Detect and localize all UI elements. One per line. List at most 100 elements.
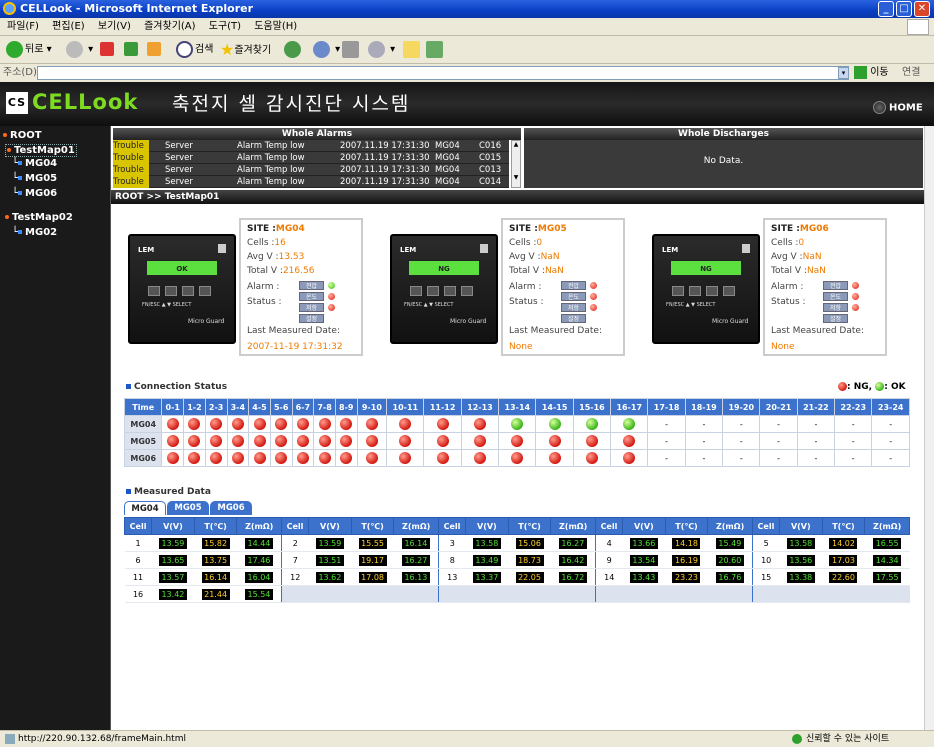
tab-mg05[interactable]: MG05 bbox=[167, 501, 209, 515]
site-filter-button[interactable]: 저항 bbox=[299, 303, 324, 312]
cells: Cells :16 bbox=[247, 238, 286, 248]
home-link[interactable]: HOME bbox=[873, 101, 923, 114]
scroll-up-icon[interactable]: ▲ bbox=[512, 141, 520, 148]
tree-node-mg06[interactable]: └ MG06 bbox=[12, 188, 57, 199]
device-key[interactable] bbox=[410, 286, 422, 296]
scroll-down-icon[interactable]: ▼ bbox=[512, 174, 520, 181]
device-key[interactable] bbox=[444, 286, 456, 296]
tree-node-mg04[interactable]: └ MG04 bbox=[12, 158, 57, 169]
menu-file[interactable]: 파일(F) bbox=[7, 21, 39, 32]
home-nav-button[interactable] bbox=[147, 40, 163, 60]
status-bar: http://220.90.132.68/frameMain.html 신뢰할 … bbox=[0, 730, 934, 747]
history-icon bbox=[284, 40, 301, 58]
tree-node-root[interactable]: ROOT bbox=[3, 130, 42, 141]
alarm-row[interactable]: Trouble Server Alarm Temp low 2007.11.19 17… bbox=[113, 176, 509, 188]
device-key[interactable] bbox=[182, 286, 194, 296]
temperature-value: 14.02 bbox=[829, 537, 858, 549]
site-filter-button[interactable]: 설정 bbox=[299, 314, 324, 323]
back-button[interactable]: 뒤로 ▾ bbox=[6, 40, 52, 60]
voltage-cell: 13.59 bbox=[151, 534, 195, 552]
device-key[interactable] bbox=[672, 286, 684, 296]
menu-edit[interactable]: 편집(E) bbox=[52, 21, 85, 32]
empty-cell bbox=[438, 585, 466, 603]
go-button[interactable]: 이동 bbox=[854, 64, 889, 82]
search-button[interactable]: 검색 bbox=[176, 40, 213, 60]
refresh-button[interactable] bbox=[124, 40, 140, 60]
site-filter-button[interactable]: 전압 bbox=[299, 281, 324, 290]
forward-button[interactable]: ▾ bbox=[66, 40, 93, 60]
alarm-row[interactable]: Trouble Server Alarm Temp low 2007.11.19 17… bbox=[113, 140, 509, 152]
tree-node-mg02[interactable]: └ MG02 bbox=[12, 227, 57, 238]
ng-led-icon bbox=[188, 452, 201, 464]
connection-cell bbox=[269, 432, 293, 450]
device-key[interactable] bbox=[165, 286, 177, 296]
site-name-label: SITE : bbox=[509, 224, 538, 234]
tree-node-mg05[interactable]: └ MG05 bbox=[12, 173, 57, 184]
tree-node-testmap02[interactable]: TestMap02 bbox=[5, 212, 73, 223]
alarm-src: Server bbox=[165, 153, 193, 163]
history-button[interactable] bbox=[284, 40, 303, 60]
temperature-value: 21.44 bbox=[201, 588, 230, 600]
site-filter-button[interactable]: 전압 bbox=[561, 281, 586, 290]
hour-header: 16-17 bbox=[610, 398, 649, 416]
tab-mg04[interactable]: MG04 bbox=[124, 501, 166, 515]
device-key[interactable] bbox=[148, 286, 160, 296]
address-input[interactable] bbox=[37, 66, 849, 80]
ng-led-icon bbox=[436, 452, 449, 464]
cells-value: 0 bbox=[798, 238, 805, 248]
links-label[interactable]: 연결 bbox=[902, 64, 920, 82]
edit-button[interactable]: ▾ bbox=[368, 40, 395, 60]
page-scrollbar[interactable] bbox=[924, 126, 934, 730]
folder-button[interactable] bbox=[403, 40, 422, 60]
impedance-cell: 16.27 bbox=[393, 551, 439, 569]
device-key[interactable] bbox=[427, 286, 439, 296]
device-key[interactable] bbox=[689, 286, 701, 296]
menu-view[interactable]: 보기(V) bbox=[98, 21, 131, 32]
site-filter-button[interactable]: 온도 bbox=[561, 292, 586, 301]
print-button[interactable] bbox=[342, 40, 361, 60]
site-filter-button[interactable]: 전압 bbox=[823, 281, 848, 290]
time-header: Time bbox=[123, 398, 163, 416]
close-button[interactable]: ✕ bbox=[914, 1, 930, 17]
voltage-value: 13.51 bbox=[315, 554, 344, 566]
temperature-value: 15.06 bbox=[515, 537, 544, 549]
maximize-button[interactable]: □ bbox=[896, 1, 912, 17]
messenger-button[interactable] bbox=[426, 40, 445, 60]
menu-tools[interactable]: 도구(T) bbox=[209, 21, 241, 32]
mail-button[interactable]: ▾ bbox=[313, 40, 340, 60]
last-measured-date: 2007-11-19 17:31:32 bbox=[247, 342, 343, 352]
voltage-value: 13.58 bbox=[472, 537, 501, 549]
alarm-row[interactable]: Trouble Server Alarm Temp low 2007.11.19 17… bbox=[113, 164, 509, 176]
site-filter-button[interactable]: 온도 bbox=[299, 292, 324, 301]
menu-favorites[interactable]: 즐겨찾기(A) bbox=[144, 21, 195, 32]
favorites-button[interactable]: ★즐겨찾기 bbox=[220, 40, 271, 60]
measured-col-header: T(℃) bbox=[507, 517, 552, 535]
address-dropdown-icon[interactable]: ▾ bbox=[838, 67, 849, 79]
hour-header: 11-12 bbox=[423, 398, 462, 416]
device-key[interactable] bbox=[461, 286, 473, 296]
voltage-value: 13.49 bbox=[472, 554, 501, 566]
site-filter-button[interactable]: 설정 bbox=[823, 314, 848, 323]
breadcrumb: ROOT >> TestMap01 bbox=[111, 190, 925, 204]
menu-help[interactable]: 도움말(H) bbox=[254, 21, 297, 32]
alarm-scrollbar[interactable]: ▲ ▼ bbox=[511, 140, 521, 188]
tab-mg06[interactable]: MG06 bbox=[210, 501, 252, 515]
voltage-value: 13.59 bbox=[158, 537, 187, 549]
alarm-row[interactable]: Trouble Server Alarm Temp low 2007.11.19 17… bbox=[113, 152, 509, 164]
site-filter-button[interactable]: 설정 bbox=[561, 314, 586, 323]
device-key[interactable] bbox=[706, 286, 718, 296]
stop-button[interactable] bbox=[100, 40, 116, 60]
site-filter-button[interactable]: 저항 bbox=[561, 303, 586, 312]
site-filter-button[interactable]: 저항 bbox=[823, 303, 848, 312]
voltage-value: 13.56 bbox=[786, 554, 815, 566]
alarm-list[interactable]: Trouble Server Alarm Temp low 2007.11.19 17… bbox=[113, 140, 509, 188]
tree-node-testmap01[interactable]: TestMap01 bbox=[5, 144, 77, 157]
ng-led-icon bbox=[188, 435, 201, 447]
voltage-cell: 13.37 bbox=[465, 568, 509, 586]
site-filter-button[interactable]: 온도 bbox=[823, 292, 848, 301]
minimize-button[interactable]: _ bbox=[878, 1, 894, 17]
ng-led-icon bbox=[166, 435, 179, 447]
impedance-cell: 16.14 bbox=[393, 534, 439, 552]
device-key[interactable] bbox=[199, 286, 211, 296]
device-key[interactable] bbox=[723, 286, 735, 296]
